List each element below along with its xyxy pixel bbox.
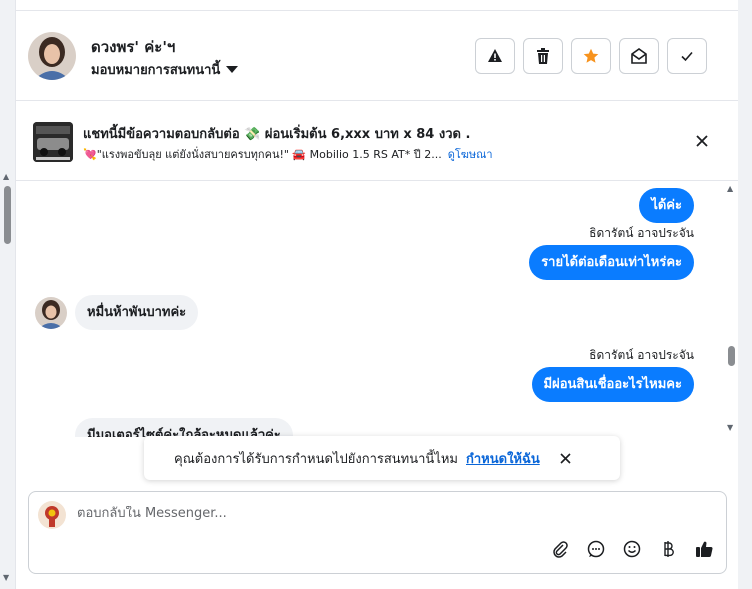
page-scrollbar-thumb[interactable] (4, 186, 11, 244)
right-margin (738, 0, 752, 589)
trash-icon (537, 48, 549, 64)
smiley-icon (623, 540, 641, 558)
reply-composer (28, 491, 727, 574)
report-button[interactable] (475, 38, 515, 74)
header-actions (475, 38, 707, 74)
contact-name[interactable]: ดวงพร' ค่ะ'ฯ (91, 35, 175, 59)
ad-subtitle-row: 💘"แรงพอขับลุย แต่ยังนั่งสบายครบทุกคน!" 🚘… (83, 145, 493, 163)
thumbs-up-icon (696, 541, 713, 558)
page-scrollbar[interactable]: ▲ ▼ (0, 0, 15, 589)
scroll-down-arrow-icon[interactable]: ▼ (727, 423, 733, 432)
ad-title: แชทนี้มีข้อความตอบกลับต่อ 💸 ผ่อนเริ่มต้น… (83, 127, 471, 142)
page-avatar (38, 501, 66, 529)
star-icon (583, 48, 599, 63)
scroll-up-arrow-icon[interactable]: ▲ (727, 184, 733, 193)
message-list: ได้ค่ะ ธิดารัตน์ อาจประจัน รายได้ต่อเดือ… (16, 182, 726, 437)
attach-button[interactable] (550, 539, 570, 559)
assign-conversation-label: มอบหมายการสนทนานี้ (91, 63, 221, 78)
assign-conversation-dropdown[interactable]: มอบหมายการสนทนานี้ (91, 59, 239, 80)
ad-banner: แชทนี้มีข้อความตอบกลับต่อ 💸 ผ่อนเริ่มต้น… (16, 101, 738, 181)
chat-bubble-icon (587, 540, 605, 558)
composer-tools (550, 539, 714, 559)
conversation-header: ดวงพร' ค่ะ'ฯ มอบหมายการสนทนานี้ (16, 12, 738, 101)
reply-input[interactable] (77, 506, 677, 521)
message-outgoing[interactable]: รายได้ต่อเดือนเท่าไหร่คะ (529, 245, 694, 280)
scroll-up-arrow-icon[interactable]: ▲ (3, 172, 9, 181)
saved-replies-button[interactable] (586, 539, 606, 559)
delete-button[interactable] (523, 38, 563, 74)
message-incoming[interactable]: มีมอเตอร์ไซต์ค่ะใกล้จะหมดแล้วค่ะ (75, 418, 293, 437)
payment-button[interactable] (658, 539, 678, 559)
message-sender: ธิดารัตน์ อาจประจัน (589, 348, 694, 362)
message-scrollbar-thumb[interactable] (728, 346, 735, 366)
like-button[interactable] (694, 539, 714, 559)
check-icon (681, 51, 693, 62)
message-outgoing[interactable]: มีผ่อนสินเชื่ออะไรไหมคะ (531, 367, 694, 402)
star-button[interactable] (571, 38, 611, 74)
close-icon (696, 135, 708, 147)
paperclip-icon (553, 541, 568, 558)
caret-down-icon (226, 66, 239, 73)
contact-avatar-small[interactable] (35, 297, 67, 329)
mark-done-button[interactable] (667, 38, 707, 74)
message-outgoing[interactable]: ได้ค่ะ (639, 188, 694, 223)
baht-icon (664, 541, 674, 557)
ad-subtitle: 💘"แรงพอขับลุย แต่ยังนั่งสบายครบทุกคน!" 🚘… (83, 148, 442, 161)
close-icon (560, 452, 571, 464)
mark-unread-button[interactable] (619, 38, 659, 74)
emoji-button[interactable] (622, 539, 642, 559)
close-prompt-button[interactable] (558, 450, 574, 466)
contact-avatar[interactable] (28, 32, 76, 80)
ad-thumbnail[interactable] (33, 122, 73, 162)
view-ad-link[interactable]: ดูโฆษณา (448, 145, 493, 163)
scroll-down-arrow-icon[interactable]: ▼ (3, 573, 9, 582)
top-divider (16, 0, 738, 11)
message-sender: ธิดารัตน์ อาจประจัน (589, 226, 694, 240)
message-scrollbar[interactable]: ▲ ▼ (724, 182, 738, 437)
mark-unread-icon (631, 48, 647, 64)
close-ad-button[interactable] (692, 131, 712, 151)
assign-to-me-link[interactable]: กำหนดให้ฉัน (466, 448, 540, 469)
assign-prompt-text: คุณต้องการได้รับการกำหนดไปยังการสนทนานี้… (174, 451, 458, 467)
assign-prompt: คุณต้องการได้รับการกำหนดไปยังการสนทนานี้… (144, 436, 620, 480)
message-incoming[interactable]: หมื่นห้าพันบาทค่ะ (75, 295, 199, 330)
warning-icon (488, 49, 502, 62)
conversation-panel: ดวงพร' ค่ะ'ฯ มอบหมายการสนทนานี้ แชทนี้มี… (15, 0, 738, 589)
